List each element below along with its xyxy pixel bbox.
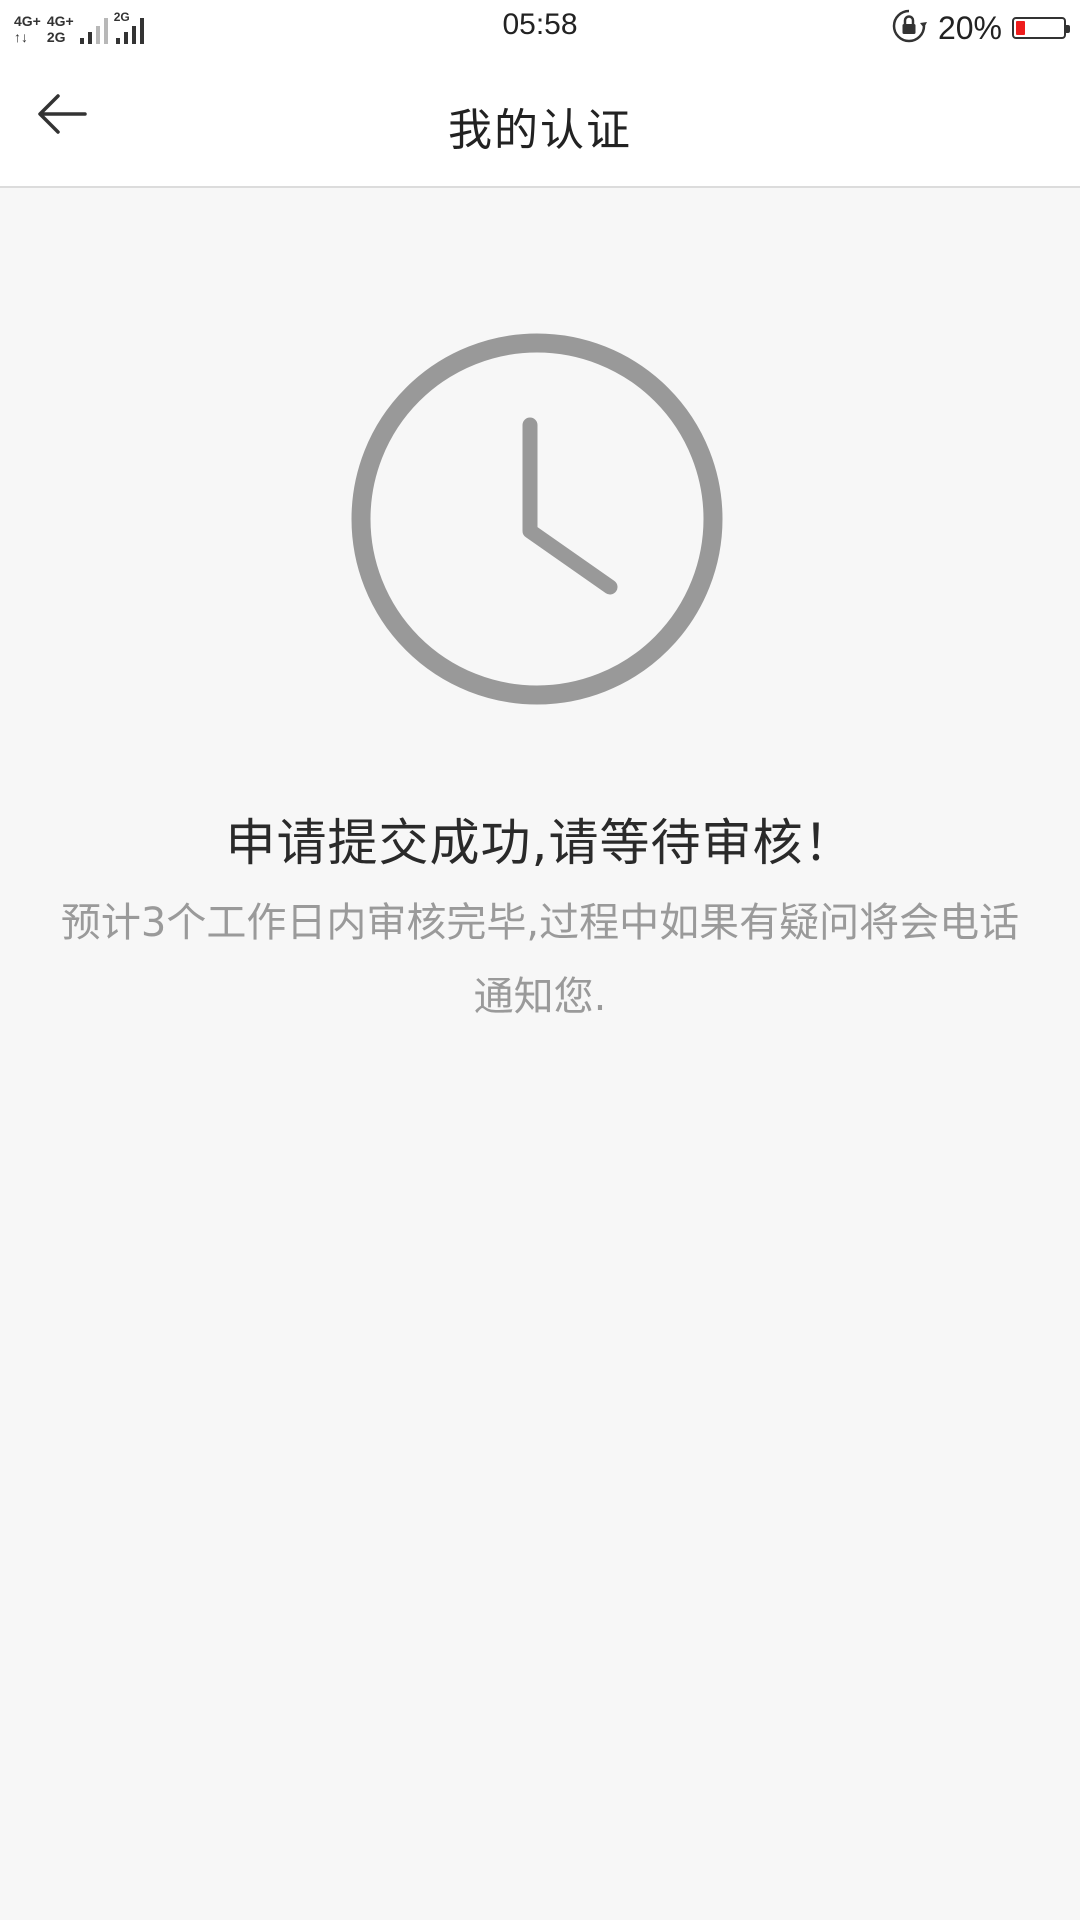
battery-percent: 20%: [937, 9, 1002, 46]
review-notice-text: 预计3个工作日内审核完毕,过程中如果有疑问将会电话通知您.: [60, 900, 1020, 1020]
page-title: 我的认证: [448, 105, 632, 156]
clock-icon: [351, 333, 723, 705]
battery-level-fill: [1016, 21, 1026, 35]
status-right: 20%: [890, 7, 1070, 49]
rotation-lock-icon: [890, 7, 928, 49]
status-bar: 4G+ ↑↓ 4G+ 2G 2G 05:58 20%: [0, 0, 1080, 54]
battery-icon: [1012, 17, 1070, 39]
navigation-bar: 我的认证: [0, 54, 1080, 188]
submission-success-title: 申请提交成功,请等待审核！: [225, 814, 855, 872]
